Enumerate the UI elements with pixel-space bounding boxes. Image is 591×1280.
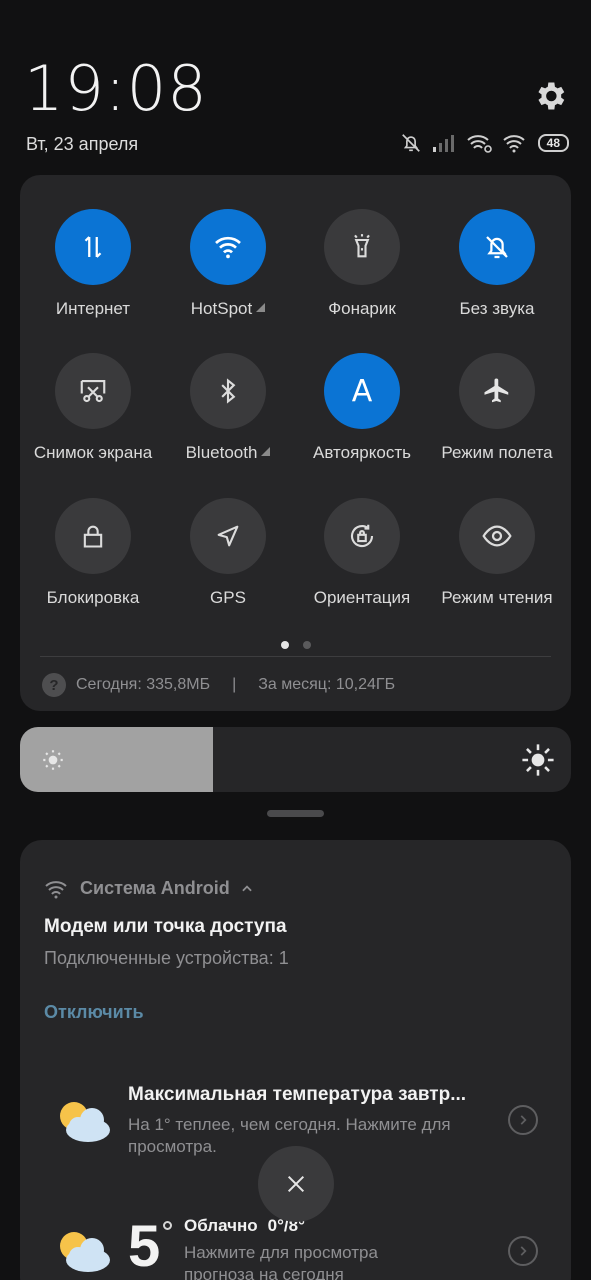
- notification-text[interactable]: Подключенные устройства: 1: [44, 948, 289, 969]
- data-usage-month: За месяц: 10,24ГБ: [258, 676, 396, 693]
- tile-label: Ориентация: [313, 588, 411, 607]
- weather-temperature: 5: [128, 1214, 161, 1279]
- date[interactable]: Вт, 23 апреля: [26, 134, 138, 155]
- page-dot-active: [280, 641, 289, 649]
- rotation-icon: [324, 498, 400, 574]
- chevron-right-icon[interactable]: [508, 1105, 538, 1135]
- notification-header[interactable]: Система Android: [44, 878, 254, 899]
- bluetooth-icon: [190, 353, 266, 429]
- weather-forecast-text[interactable]: Нажмите для просмотра прогноза на сегодн…: [184, 1242, 444, 1280]
- tile-label: Фонарик: [328, 299, 396, 318]
- quick-settings-panel: Интернет HotSpot Фонарик Без звука Снимо…: [20, 175, 571, 711]
- flashlight-icon: [324, 209, 400, 285]
- wifi-hotspot-icon: [466, 135, 492, 153]
- tile-bluetooth[interactable]: Bluetooth: [161, 353, 295, 463]
- tile-label: GPS: [210, 588, 246, 607]
- wifi-icon: [190, 209, 266, 285]
- settings-gear-icon[interactable]: [532, 78, 568, 114]
- notification-app-name: Система Android: [80, 878, 230, 898]
- chevron-right-icon[interactable]: [508, 1236, 538, 1266]
- menu-triangle-icon: [256, 303, 266, 312]
- tile-hotspot[interactable]: HotSpot: [161, 209, 295, 319]
- tile-silent[interactable]: Без звука: [430, 209, 564, 319]
- bell-off-icon: [459, 209, 535, 285]
- tile-internet[interactable]: Интернет: [26, 209, 160, 319]
- tile-label: Снимок экрана: [33, 443, 153, 462]
- brightness-slider[interactable]: [20, 727, 571, 792]
- partly-cloudy-icon: [60, 1102, 110, 1142]
- data-usage-today: Сегодня: 335,8МБ: [76, 676, 211, 693]
- auto-brightness-icon: A: [324, 353, 400, 429]
- tile-auto-brightness[interactable]: A Автояркость: [295, 353, 429, 463]
- status-icons: 48: [400, 132, 569, 154]
- tile-gps[interactable]: GPS: [161, 498, 295, 608]
- tile-label: HotSpot: [190, 299, 253, 318]
- auto-brightness-glyph: A: [351, 373, 373, 409]
- page-dot: [302, 641, 311, 649]
- clear-notifications-button[interactable]: [258, 1146, 334, 1222]
- weather-title[interactable]: Максимальная температура завтр...: [128, 1084, 466, 1106]
- wifi-hotspot-icon: [45, 880, 67, 898]
- drag-handle[interactable]: [267, 810, 324, 817]
- chevron-up-icon[interactable]: [240, 882, 254, 896]
- weather-condition: Облачно: [184, 1216, 258, 1235]
- degree-icon: [163, 1221, 172, 1230]
- disable-button[interactable]: Отключить: [44, 1002, 144, 1023]
- page-indicator: [20, 641, 571, 649]
- tile-label: Без звука: [459, 299, 535, 318]
- data-arrows-icon: [55, 209, 131, 285]
- tile-label: Режим полета: [441, 443, 553, 462]
- tile-flashlight[interactable]: Фонарик: [295, 209, 429, 319]
- tile-reading-mode[interactable]: Режим чтения: [430, 498, 564, 608]
- menu-triangle-icon: [261, 447, 271, 456]
- airplane-icon: [459, 353, 535, 429]
- notification-title[interactable]: Модем или точка доступа: [44, 916, 287, 938]
- gps-icon: [190, 498, 266, 574]
- tile-label: Режим чтения: [441, 588, 553, 607]
- clock[interactable]: 19:08: [24, 58, 208, 120]
- tile-label: Автояркость: [313, 443, 411, 462]
- battery-icon: 48: [537, 134, 569, 152]
- divider: [40, 656, 551, 657]
- wifi-icon: [502, 135, 525, 153]
- tile-label: Интернет: [55, 299, 131, 318]
- eye-icon: [459, 498, 535, 574]
- help-icon: ?: [42, 673, 66, 697]
- tile-label: Блокировка: [46, 588, 140, 607]
- screenshot-icon: [55, 353, 131, 429]
- tile-label: Bluetooth: [185, 443, 258, 462]
- tile-orientation[interactable]: Ориентация: [295, 498, 429, 608]
- data-usage-separator: |: [232, 676, 237, 693]
- close-icon: [287, 1175, 305, 1193]
- lock-icon: [55, 498, 131, 574]
- tile-airplane[interactable]: Режим полета: [430, 353, 564, 463]
- tile-screenshot[interactable]: Снимок экрана: [26, 353, 160, 463]
- tile-lock[interactable]: Блокировка: [26, 498, 160, 608]
- signal-icon: [432, 135, 454, 152]
- bell-off-icon: [401, 134, 420, 152]
- partly-cloudy-icon: [60, 1232, 110, 1272]
- brightness-low-icon: [43, 750, 63, 770]
- brightness-high-icon: [522, 744, 554, 776]
- data-usage[interactable]: ? Сегодня: 335,8МБ | За месяц: 10,24ГБ: [42, 673, 395, 697]
